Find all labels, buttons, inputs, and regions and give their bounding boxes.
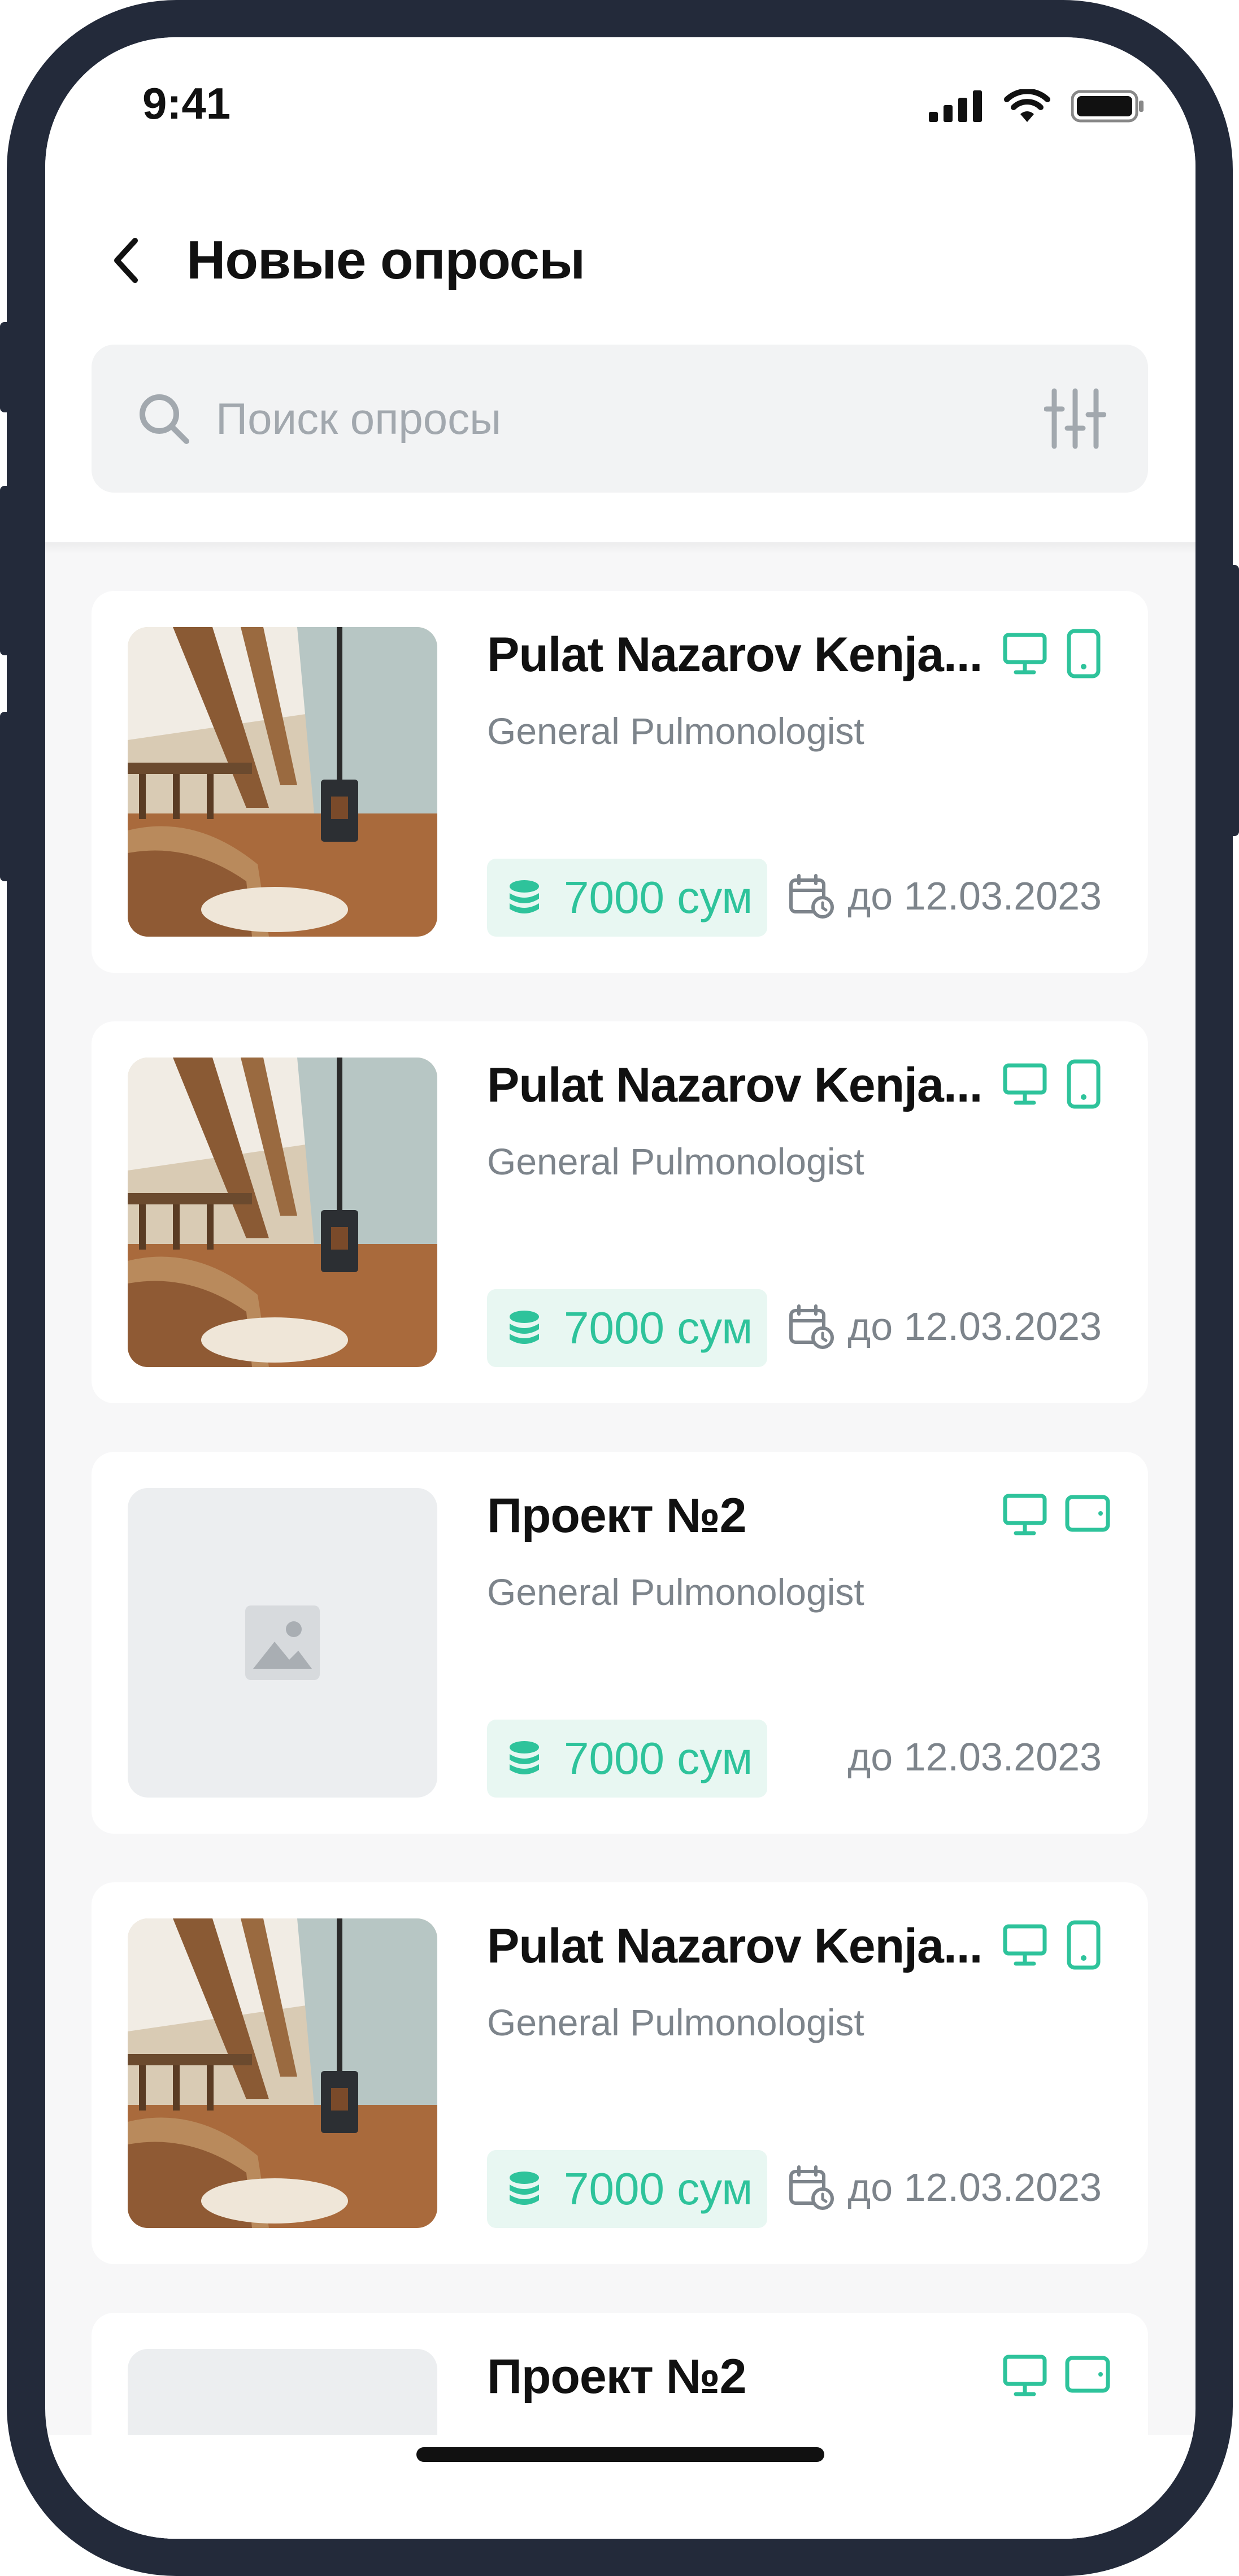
- survey-card[interactable]: Pulat Nazarov Kenja... General Pulmonolo…: [92, 591, 1148, 973]
- survey-subtitle: General Pulmonologist: [487, 710, 864, 752]
- battery-icon: [1071, 90, 1144, 123]
- volume-down-button: [0, 712, 12, 881]
- survey-card[interactable]: Проект №2 General Pulmonologist 7000 сум…: [92, 1452, 1148, 1834]
- deadline-text: до 12.03.2023: [847, 2165, 1102, 2209]
- survey-thumbnail: [128, 1058, 437, 1367]
- survey-thumbnail-placeholder: [128, 1488, 437, 1798]
- tablet-icon: [1065, 2356, 1110, 2393]
- deadline-text: до 12.03.2023: [847, 1735, 1102, 1779]
- search-bar: [92, 345, 1148, 493]
- survey-title: Проект №2: [487, 1489, 746, 1543]
- survey-card[interactable]: Pulat Nazarov Kenja... General Pulmonolo…: [92, 1021, 1148, 1403]
- page-title: Новые опросы: [186, 230, 585, 290]
- phone-icon: [1067, 1920, 1101, 1970]
- coins-icon: [510, 2172, 539, 2205]
- phone-icon: [1067, 629, 1101, 678]
- survey-subtitle: General Pulmonologist: [487, 1571, 864, 1613]
- desktop-icon: [1003, 1924, 1047, 1966]
- survey-title: Проект №2: [487, 2349, 746, 2404]
- survey-thumbnail: [128, 627, 437, 937]
- coins-icon: [510, 880, 539, 913]
- reward-amount: 7000 сум: [564, 1733, 753, 1783]
- back-button[interactable]: [102, 235, 153, 286]
- reward-amount: 7000 сум: [564, 1303, 753, 1353]
- desktop-icon: [1003, 2355, 1047, 2396]
- top-bar: 9:41 Новые опросы Поиск опросы: [45, 37, 1195, 542]
- survey-subtitle: General Pulmonologist: [487, 1141, 864, 1182]
- survey-subtitle: General Pulmonologist: [487, 2001, 864, 2043]
- reward-badge: 7000 сум: [487, 1720, 768, 1798]
- deadline: до 12.03.2023: [847, 1734, 1102, 1779]
- reward-badge: 7000 сум: [487, 1289, 768, 1367]
- deadline-text: до 12.03.2023: [847, 1304, 1102, 1348]
- survey-thumbnail: [128, 1918, 437, 2228]
- search-icon: [140, 394, 189, 444]
- header-shadow: [45, 542, 1195, 554]
- deadline: до 12.03.2023: [789, 2165, 1102, 2210]
- home-indicator[interactable]: [416, 2447, 824, 2462]
- coins-icon: [510, 1741, 539, 1774]
- header: Новые опросы: [102, 229, 585, 291]
- filter-sliders-icon[interactable]: [1044, 388, 1106, 450]
- power-button: [1227, 565, 1239, 836]
- reward-amount: 7000 сум: [564, 2164, 753, 2214]
- phone-icon: [1067, 1059, 1101, 1109]
- wifi-icon: [1004, 89, 1050, 122]
- mute-switch: [0, 322, 12, 412]
- reward-badge: 7000 сум: [487, 2150, 768, 2228]
- coins-icon: [510, 1311, 539, 1344]
- survey-title: Pulat Nazarov Kenja...: [487, 628, 983, 682]
- chevron-left-icon: [114, 238, 138, 283]
- deadline-text: до 12.03.2023: [847, 874, 1102, 918]
- status-icons: [929, 89, 1145, 123]
- image-placeholder-icon: [245, 1605, 320, 1680]
- desktop-icon: [1003, 633, 1047, 675]
- signal-icon: [929, 90, 982, 122]
- status-time: 9:41: [142, 79, 231, 128]
- survey-card[interactable]: Pulat Nazarov Kenja... General Pulmonolo…: [92, 1882, 1148, 2264]
- deadline: до 12.03.2023: [789, 873, 1102, 919]
- reward-badge: 7000 сум: [487, 859, 768, 937]
- desktop-icon: [1003, 1494, 1047, 1535]
- search-input[interactable]: [215, 392, 1044, 445]
- deadline: до 12.03.2023: [789, 1304, 1102, 1349]
- calendar-clock-icon: [789, 2165, 834, 2210]
- reward-amount: 7000 сум: [564, 872, 753, 923]
- desktop-icon: [1003, 1063, 1047, 1105]
- volume-up-button: [0, 486, 12, 655]
- survey-title: Pulat Nazarov Kenja...: [487, 1919, 983, 1973]
- app-screen: 9:41 Новые опросы Поиск опросы Pulat Naz…: [45, 37, 1195, 2539]
- calendar-clock-icon: [789, 1304, 834, 1349]
- survey-title: Pulat Nazarov Kenja...: [487, 1058, 983, 1112]
- tablet-icon: [1065, 1495, 1110, 1532]
- calendar-clock-icon: [789, 874, 834, 919]
